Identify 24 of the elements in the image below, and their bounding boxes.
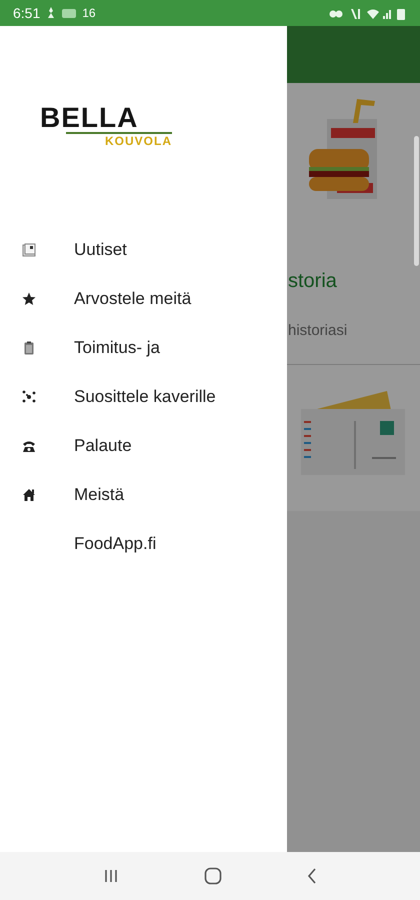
menu-item[interactable]: FoodApp.fi <box>0 519 287 568</box>
notification-count: 16 <box>82 5 96 22</box>
newspaper-icon <box>22 242 36 256</box>
message-icon <box>62 8 76 18</box>
notification-icon <box>46 7 56 19</box>
recent-apps-icon[interactable] <box>102 869 119 883</box>
dots-icon <box>22 390 36 404</box>
menu-item[interactable]: Arvostele meitä <box>0 274 287 323</box>
menu-item[interactable]: Palaute <box>0 421 287 470</box>
logo-title: BELLA <box>40 105 138 131</box>
home-icon[interactable] <box>204 867 222 885</box>
back-icon[interactable] <box>307 868 318 884</box>
status-time: 6:51 <box>13 4 40 22</box>
clipboard-icon <box>22 340 36 354</box>
section-title: storia <box>288 269 338 294</box>
menu-item[interactable]: Uutiset <box>0 225 287 274</box>
section-subtitle: historiasi <box>288 321 348 341</box>
star-icon <box>22 292 36 306</box>
telephone-icon <box>22 438 36 452</box>
house-icon <box>22 488 36 502</box>
menu-item[interactable]: Suosittele kaverille <box>0 372 287 421</box>
menu-item[interactable]: Meistä <box>0 470 287 519</box>
menu-item[interactable]: Toimitus- ja <box>0 323 287 372</box>
logo-subtitle: KOUVOLA <box>105 134 172 148</box>
